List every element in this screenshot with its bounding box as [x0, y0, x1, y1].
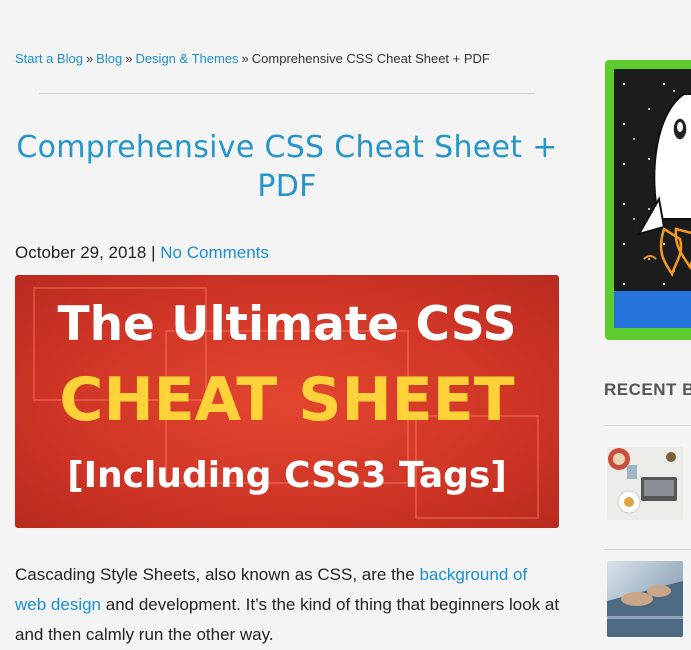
divider — [604, 549, 691, 550]
post-date: October 29, 2018 — [15, 243, 147, 262]
recent-blog-posts-heading: RECENT BI — [604, 380, 691, 399]
rocket-icon — [636, 93, 691, 278]
typing-laptop-image — [607, 561, 683, 637]
sidebar-promo-banner[interactable] — [605, 60, 691, 340]
food-laptop-image — [607, 447, 683, 520]
recent-post-thumbnail-typing[interactable] — [607, 561, 683, 637]
breadcrumb-separator: » — [125, 51, 133, 66]
recent-post-thumbnail-food-laptop[interactable] — [607, 447, 683, 520]
hero-image: The Ultimate CSS CHEAT SHEET [Including … — [15, 275, 559, 528]
breadcrumb-separator: » — [85, 51, 94, 66]
meta-separator: | — [151, 243, 156, 262]
divider — [604, 425, 691, 426]
breadcrumb-start-a-blog[interactable]: Start a Blog — [15, 51, 83, 66]
breadcrumb-separator: » — [241, 51, 249, 66]
breadcrumb-blog[interactable]: Blog — [96, 51, 122, 66]
divider — [39, 93, 535, 94]
comments-link[interactable]: No Comments — [160, 243, 269, 262]
hero-line-2: CHEAT SHEET — [59, 365, 515, 435]
breadcrumb: Start a Blog» Blog» Design & Themes» Compre… — [15, 51, 490, 66]
promo-space-background — [614, 69, 691, 291]
breadcrumb-current: Comprehensive CSS Cheat Sheet + PDF — [251, 51, 490, 66]
body-text-start: Cascading Style Sheets, also known as CS… — [15, 565, 420, 584]
breadcrumb-design-themes[interactable]: Design & Themes — [135, 51, 238, 66]
post-meta: October 29, 2018 | No Comments — [15, 243, 269, 263]
hero-line-3: [Including CSS3 Tags] — [67, 455, 507, 496]
page-title: Comprehensive CSS Cheat Sheet + PDF — [16, 130, 558, 204]
hero-line-1: The Ultimate CSS — [57, 297, 517, 352]
promo-button[interactable] — [614, 291, 691, 328]
